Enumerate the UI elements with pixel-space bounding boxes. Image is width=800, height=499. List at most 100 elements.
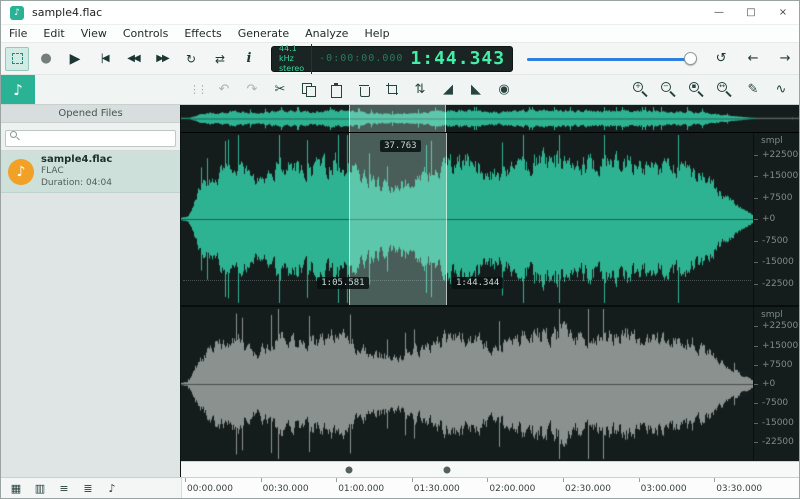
overview-strip[interactable]: [181, 105, 799, 133]
history-icon: ↺: [716, 51, 727, 66]
menu-bar: FileEditViewControlsEffectsGenerateAnaly…: [1, 25, 799, 43]
close-button[interactable]: ×: [767, 1, 799, 24]
menu-effects[interactable]: Effects: [176, 26, 229, 41]
sidebar-header: Opened Files: [1, 105, 180, 123]
minimize-button[interactable]: —: [703, 1, 735, 24]
timeline-tick: [185, 478, 186, 482]
nav-back-button[interactable]: ←: [741, 47, 765, 71]
ruler-label: +7500: [762, 360, 792, 370]
view-notes-button[interactable]: ♪: [105, 482, 119, 495]
history-button[interactable]: ↺: [709, 47, 733, 71]
timeline-label: 00:00.000: [187, 484, 233, 494]
rewind-icon: ◀◀: [127, 53, 138, 64]
zoom-out-button[interactable]: −: [659, 79, 679, 101]
channel-2[interactable]: smpl+22500+15000+7500+0-7500-15000-22500: [181, 305, 799, 461]
edit-sample-icon: ✎: [748, 82, 759, 97]
rewind-button[interactable]: ◀◀: [121, 47, 145, 71]
timeline-ruler[interactable]: 00:00.00000:30.00001:00.00001:30.00002:0…: [181, 478, 799, 498]
file-list-item[interactable]: ♪ sample4.flac FLAC Duration: 04:04: [1, 151, 180, 193]
horizontal-scrollbar[interactable]: [181, 461, 799, 477]
timeline-label: 02:00.000: [489, 484, 535, 494]
skip-start-button[interactable]: |◀: [92, 47, 116, 71]
edit-toolbar-row: ♪ ⋮⋮ ↶ ↷ ✂ ⇅ ◢ ◣ ◉ +−▪ ↔ ✎ ∿: [1, 75, 799, 105]
menu-controls[interactable]: Controls: [115, 26, 177, 41]
menu-edit[interactable]: Edit: [35, 26, 72, 41]
delete-icon: [359, 83, 370, 97]
channel-mode-label: stereo: [279, 64, 304, 74]
menu-file[interactable]: File: [1, 26, 35, 41]
view-toggle-buttons: ▦ ▥ ≡ ≣ ♪: [1, 478, 181, 498]
selection-end-marker[interactable]: [443, 466, 450, 473]
copy-button[interactable]: [298, 79, 318, 101]
ruler-label: -22500: [762, 279, 794, 289]
menu-analyze[interactable]: Analyze: [297, 26, 356, 41]
zoom-selection-icon: ▪: [689, 82, 705, 98]
zoom-all-button[interactable]: ↔: [715, 79, 735, 101]
timeline-tick: [714, 478, 715, 482]
play-button[interactable]: ▶: [63, 47, 87, 71]
edit-sample-button[interactable]: ✎: [743, 79, 763, 101]
title-bar: ♪ sample4.flac —□×: [1, 1, 799, 25]
nav-forward-icon: →: [780, 51, 791, 66]
fade-in-button[interactable]: ◢: [438, 79, 458, 101]
menu-view[interactable]: View: [73, 26, 115, 41]
ruler-label: +15000: [762, 341, 798, 351]
loop-tool-button[interactable]: ◉: [494, 79, 514, 101]
record-button[interactable]: ●: [34, 47, 58, 71]
overview-selection[interactable]: [349, 105, 447, 132]
waveform-canvas-2[interactable]: [181, 307, 753, 461]
sidebar: Opened Files ♪ sample4.flac FLAC Duratio…: [1, 105, 181, 477]
slider-knob[interactable]: [684, 52, 697, 65]
view-details-icon: ≣: [83, 482, 92, 495]
delete-button[interactable]: [354, 79, 374, 101]
zoom-in-button[interactable]: +: [631, 79, 651, 101]
fast-forward-button[interactable]: ▶▶: [150, 47, 174, 71]
redo-button[interactable]: ↷: [242, 79, 262, 101]
volume-slider[interactable]: [527, 48, 697, 70]
view-waveform-icon: ▦: [11, 482, 21, 495]
swap-channels-button[interactable]: ⇄: [208, 47, 232, 71]
fade-in-icon: ◢: [443, 82, 453, 97]
undo-button[interactable]: ↶: [214, 79, 234, 101]
search-input[interactable]: [5, 130, 176, 147]
edit-buttons: ↶ ↷ ✂ ⇅ ◢ ◣ ◉: [214, 79, 514, 101]
loop-tool-icon: ◉: [498, 82, 509, 97]
ruler-label: +0: [762, 214, 775, 224]
trim-button[interactable]: [382, 79, 402, 101]
menu-help[interactable]: Help: [356, 26, 397, 41]
file-format: FLAC: [41, 166, 112, 178]
fade-out-button[interactable]: ◣: [466, 79, 486, 101]
cut-button[interactable]: ✂: [270, 79, 290, 101]
view-list-button[interactable]: ≡: [57, 482, 71, 495]
loop-icon: ↻: [186, 52, 196, 66]
ruler-label: +22500: [762, 150, 798, 160]
selection-mode-button[interactable]: [5, 47, 29, 71]
maximize-button[interactable]: □: [735, 1, 767, 24]
audio-file-icon: ♪: [8, 159, 34, 185]
view-spectrum-button[interactable]: ▥: [33, 482, 47, 495]
view-waveform-button[interactable]: ▦: [9, 482, 23, 495]
loop-button[interactable]: ↻: [179, 47, 203, 71]
paste-button[interactable]: [326, 79, 346, 101]
nav-forward-button[interactable]: →: [773, 47, 797, 71]
tab-audio-files[interactable]: ♪: [1, 75, 35, 104]
overview-waveform-canvas[interactable]: [181, 105, 800, 132]
info-button[interactable]: i: [237, 47, 261, 71]
smooth-tool-button[interactable]: ∿: [771, 79, 791, 101]
amplitude-ruler-2: smpl+22500+15000+7500+0-7500-15000-22500: [753, 307, 799, 461]
zoom-in-icon: +: [633, 82, 649, 98]
toolbar-drag-handle[interactable]: ⋮⋮: [189, 83, 205, 96]
channel-1[interactable]: 37.763 1:05.581 1:44.344 smpl+22500+1500…: [181, 133, 799, 305]
redo-icon: ↷: [247, 82, 258, 97]
editor-area: 37.763 1:05.581 1:44.344 smpl+22500+1500…: [181, 105, 799, 477]
normalize-button[interactable]: ⇅: [410, 79, 430, 101]
menu-generate[interactable]: Generate: [230, 26, 297, 41]
selection-start-marker[interactable]: [346, 466, 353, 473]
zoom-selection-button[interactable]: ▪: [687, 79, 707, 101]
ruler-label: -22500: [762, 437, 794, 447]
position-display: 1:44.343: [410, 48, 505, 69]
ruler-label: +0: [762, 379, 775, 389]
view-details-button[interactable]: ≣: [81, 482, 95, 495]
music-note-icon: ♪: [13, 81, 23, 99]
record-icon: ●: [40, 51, 51, 66]
